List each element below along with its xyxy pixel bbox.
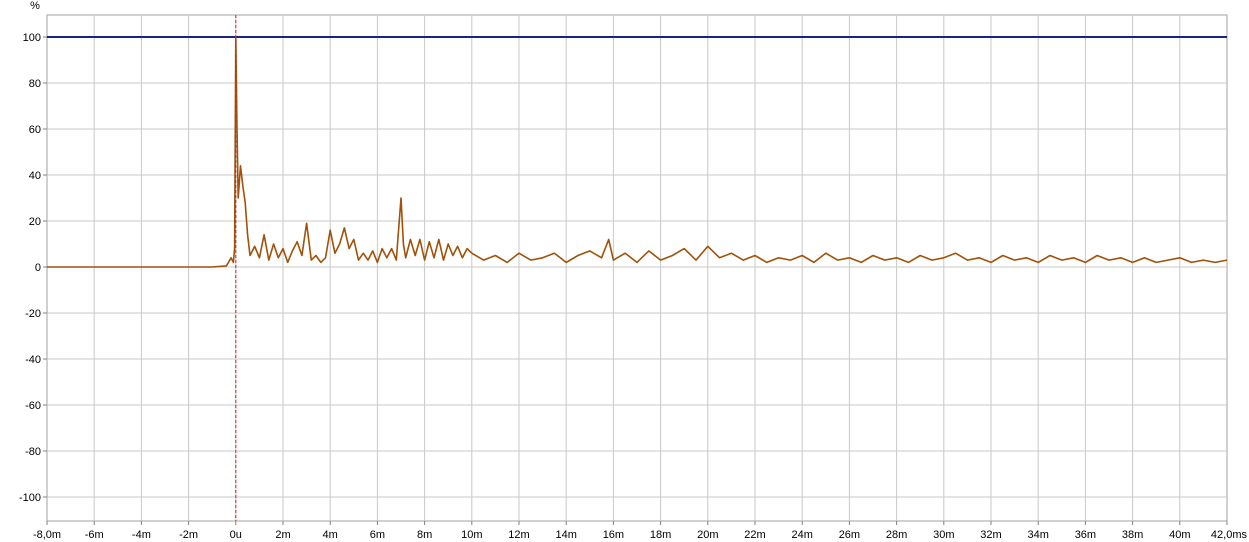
y-axis-ticks: 100 80 60 40 20 0 -20 -40 -60 -80 -100 [19, 32, 47, 504]
y-tick-label: -20 [25, 308, 41, 320]
y-axis-label: % [30, 0, 40, 12]
y-tick-label: 40 [29, 170, 41, 182]
x-tick-label: 32m [980, 529, 1001, 541]
x-tick-label: -6m [85, 529, 104, 541]
y-tick-label: 0 [35, 262, 41, 274]
x-tick-label: 24m [791, 529, 812, 541]
x-tick-label: 26m [839, 529, 860, 541]
y-tick-label: -100 [19, 492, 41, 504]
x-tick-label: 36m [1075, 529, 1096, 541]
x-tick-label: 6m [370, 529, 385, 541]
x-tick-label: -8,0m [33, 529, 61, 541]
x-tick-label: 8m [417, 529, 432, 541]
plot-area [46, 14, 1228, 522]
x-tick-label: 12m [508, 529, 529, 541]
y-tick-label: 20 [29, 216, 41, 228]
x-axis-ticks: -8,0m -6m -4m -2m 0u 2m 4m 6m 8m 10m 12m 14m 16m 18m 2… [33, 521, 1248, 541]
x-tick-label: 0u [230, 529, 242, 541]
x-tick-label: 42,0ms [1211, 529, 1248, 541]
y-tick-label: 100 [23, 32, 41, 44]
x-tick-label: 30m [933, 529, 954, 541]
y-tick-label: -60 [25, 400, 41, 412]
x-tick-label: -4m [132, 529, 151, 541]
x-tick-label: 22m [744, 529, 765, 541]
x-tick-label: 16m [603, 529, 624, 541]
x-tick-label: 34m [1027, 529, 1048, 541]
x-tick-label: 20m [697, 529, 718, 541]
y-tick-label: 80 [29, 78, 41, 90]
x-tick-label: -2m [179, 529, 198, 541]
x-tick-label: 18m [650, 529, 671, 541]
y-tick-label: 60 [29, 124, 41, 136]
y-tick-label: -40 [25, 354, 41, 366]
y-tick-label: -80 [25, 446, 41, 458]
x-tick-label: 10m [461, 529, 482, 541]
x-tick-label: 4m [323, 529, 338, 541]
x-tick-label: 40m [1169, 529, 1190, 541]
x-tick-label: 2m [275, 529, 290, 541]
x-tick-label: 28m [886, 529, 907, 541]
x-tick-label: 38m [1122, 529, 1143, 541]
impulse-response-chart: 100 80 60 40 20 0 -20 -40 -60 -80 -100 -8,0m -6m -4m… [19, 0, 1248, 541]
x-tick-label: 14m [555, 529, 576, 541]
